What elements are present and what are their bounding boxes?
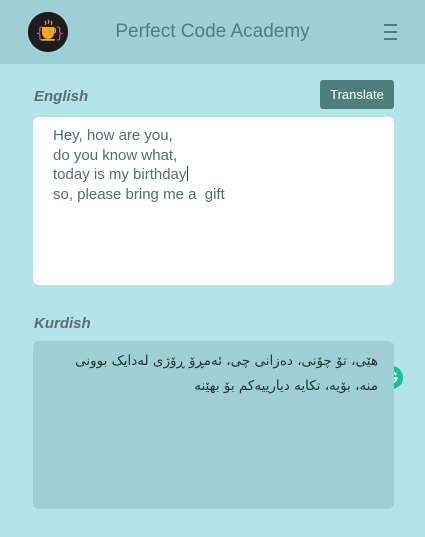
source-line: Hey, how are you, [53,127,173,144]
source-language-label: English [34,88,89,105]
text-caret [187,166,189,181]
translation-output: هێی، تۆ چۆنی، دەزانی چی، ئەمڕۆ ڕۆژی لەدا… [33,341,394,509]
app-header: { } Perfect Code Academy [0,0,425,64]
source-line: so, please bring me a gift [53,185,225,203]
target-language-label: Kurdish [34,315,91,332]
app-title: Perfect Code Academy [115,21,310,42]
translate-button[interactable]: Translate [320,80,394,109]
source-text-input[interactable]: Hey, how are you, do you know what, toda… [33,117,403,389]
translated-text: هێی، تۆ چۆنی، دەزانی چی، ئەمڕۆ ڕۆژی لەدا… [75,353,378,394]
source-text[interactable]: Hey, how are you, do you know what, toda… [53,126,373,204]
source-line: today is my birthday [53,166,187,183]
hamburger-menu-icon[interactable] [384,24,398,41]
source-line: do you know what, [53,146,178,164]
